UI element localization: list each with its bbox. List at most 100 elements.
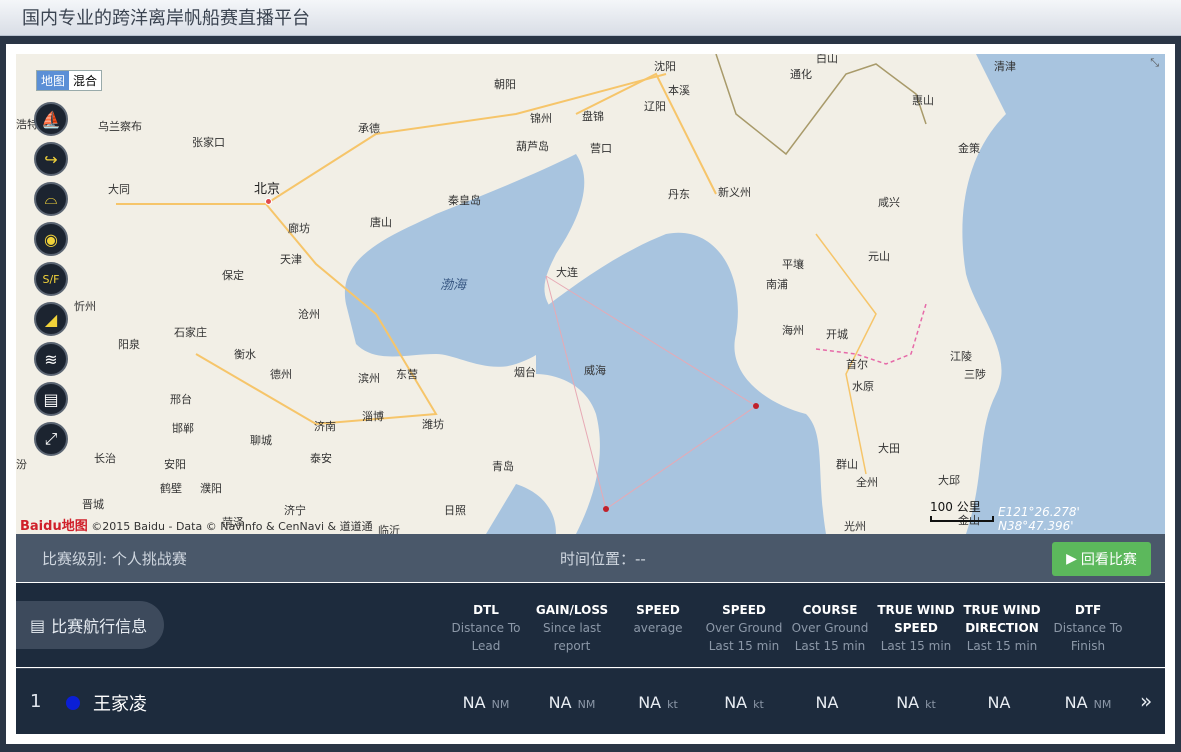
map-place-label: 聊城 bbox=[250, 434, 272, 447]
cell-value: NA bbox=[1064, 693, 1088, 712]
map-place-label: 首尔 bbox=[846, 358, 868, 371]
map-place-label: 安阳 bbox=[164, 458, 186, 471]
column-header-sog[interactable]: SPEED Over Ground Last 15 min bbox=[701, 601, 787, 655]
baidu-map-logo[interactable]: Baidu地图 bbox=[20, 519, 88, 534]
cell-dtf: NA NM bbox=[1045, 693, 1131, 712]
cell-unit: NM bbox=[577, 698, 596, 711]
map-place-label: 大田 bbox=[878, 442, 900, 455]
map-place-label: 乌兰察布 bbox=[98, 120, 142, 133]
race-level: 比赛级别: 个人挑战赛 bbox=[42, 550, 187, 568]
col-title: DTF bbox=[1074, 603, 1102, 617]
ruler-icon[interactable]: ▤ bbox=[34, 382, 68, 416]
column-header-speed-avg[interactable]: SPEED average bbox=[615, 601, 701, 637]
col-sub2: Last 15 min bbox=[880, 639, 952, 653]
replay-button[interactable]: ▶ 回看比赛 bbox=[1052, 542, 1151, 576]
cell-value: NA bbox=[548, 693, 572, 712]
map-place-label: 平壤 bbox=[782, 258, 804, 271]
map-place-label: 日照 bbox=[444, 504, 466, 517]
cell-cog: NA bbox=[787, 693, 873, 712]
column-header-tws[interactable]: TRUE WIND SPEED Last 15 min bbox=[873, 601, 959, 655]
coord-n: N38°47.396' bbox=[998, 519, 1074, 533]
cell-unit: kt bbox=[925, 698, 936, 711]
map-type-map[interactable]: 地图 bbox=[37, 71, 70, 90]
map-type-hybrid[interactable]: 混合 bbox=[69, 71, 101, 90]
start-finish-icon[interactable]: S/F bbox=[34, 262, 68, 296]
map-place-label: 金策 bbox=[958, 142, 980, 155]
time-position: 时间位置：-- bbox=[560, 550, 646, 568]
book-icon: ▤ bbox=[30, 615, 46, 635]
map-place-label: 烟台 bbox=[514, 366, 536, 379]
map-place-dot[interactable] bbox=[265, 198, 272, 205]
table-row[interactable]: 1 王家凌 NA NM NA NM NA kt NA kt NA NA kt NA NA N… bbox=[16, 668, 1165, 734]
map-place-label: 忻州 bbox=[74, 300, 96, 313]
map-place-label: 保定 bbox=[222, 269, 244, 282]
site-title: 国内专业的跨洋离岸帆船赛直播平台 bbox=[22, 8, 310, 29]
curve-arrow-icon[interactable]: ↪ bbox=[34, 142, 68, 176]
map-view[interactable]: 渤海 北京 天津 廊坊 唐山 承德 张家口 乌兰察布 大同 保定 沧州 石家庄 … bbox=[16, 54, 1165, 534]
target-icon[interactable]: ◉ bbox=[34, 222, 68, 256]
map-copyright: Baidu地图 ©2015 Baidu - Data © NavInfo & C… bbox=[20, 515, 373, 534]
boat-rank: 1 bbox=[30, 691, 42, 712]
column-header-cog[interactable]: COURSE Over Ground Last 15 min bbox=[787, 601, 873, 655]
boat-name[interactable]: 王家凌 bbox=[93, 690, 147, 716]
map-place-label: 廊坊 bbox=[288, 222, 310, 235]
wind-gauge-icon[interactable]: ◢ bbox=[34, 302, 68, 336]
fullscreen-icon[interactable]: ⤢ bbox=[34, 422, 68, 456]
cell-unit: NM bbox=[491, 698, 510, 711]
map-place-label: 衡水 bbox=[234, 348, 256, 361]
map-place-label: 元山 bbox=[868, 250, 890, 263]
col-sub: Distance To bbox=[1053, 621, 1123, 635]
cell-value: NA bbox=[724, 693, 748, 712]
map-place-label: 张家口 bbox=[192, 136, 225, 149]
map-tools: ⛵ ↪ ⌓ ◉ S/F ◢ ≋ ▤ ⤢ bbox=[34, 102, 68, 462]
col-sub2: Last 15 min bbox=[966, 639, 1038, 653]
map-place-label: 全州 bbox=[856, 476, 878, 489]
column-header-dtf[interactable]: DTF Distance To Finish bbox=[1045, 601, 1131, 655]
cell-sog: NA kt bbox=[701, 693, 787, 712]
column-header-gain-loss[interactable]: GAIN/LOSS Since last report bbox=[529, 601, 615, 655]
map-place-label: 天津 bbox=[280, 253, 302, 266]
sea-label: 渤海 bbox=[440, 278, 467, 293]
map-place-label: 济南 bbox=[314, 420, 336, 433]
column-header-dtl[interactable]: DTL Distance To Lead bbox=[443, 601, 529, 655]
cell-value: NA bbox=[462, 693, 486, 712]
map-place-label: 德州 bbox=[270, 368, 292, 381]
map-place-label: 北京 bbox=[254, 182, 281, 197]
map-expand-icon[interactable]: ⤡ bbox=[1150, 56, 1159, 70]
table-header: ▤ 比赛航行信息 DTL Distance To Lead GAIN/LOSS … bbox=[16, 583, 1165, 667]
map-place-label: 承德 bbox=[358, 122, 380, 135]
wind-icon[interactable]: ≋ bbox=[34, 342, 68, 376]
map-place-label: 葫芦岛 bbox=[516, 140, 549, 153]
top-header: 国内专业的跨洋离岸帆船赛直播平台 bbox=[0, 0, 1181, 36]
map-type-toggle[interactable]: 地图 混合 bbox=[36, 70, 103, 91]
scale-label: 100 公里 bbox=[930, 500, 981, 514]
map-place-label: 邢台 bbox=[170, 393, 192, 406]
cell-gain-loss: NA NM bbox=[529, 693, 615, 712]
map-place-label: 咸兴 bbox=[878, 196, 900, 209]
map-place-label: 大邱 bbox=[938, 474, 960, 487]
col-title: COURSE bbox=[802, 603, 858, 617]
column-header-twd[interactable]: TRUE WIND DIRECTION Last 15 min bbox=[959, 601, 1045, 655]
map-place-label: 唐山 bbox=[370, 216, 392, 229]
map-place-label: 南浦 bbox=[766, 278, 788, 291]
col-title: DTL bbox=[473, 603, 499, 617]
map-place-label: 沧州 bbox=[298, 308, 320, 321]
map-place-label: 三陟 bbox=[964, 368, 986, 381]
sailboat-icon[interactable]: ⛵ bbox=[34, 102, 68, 136]
map-place-label: 光州 bbox=[844, 520, 866, 533]
cell-value: NA bbox=[815, 693, 839, 712]
race-info-tab[interactable]: ▤ 比赛航行信息 bbox=[16, 601, 164, 649]
map-place-label: 东营 bbox=[396, 368, 418, 381]
map-place-label: 临沂 bbox=[378, 524, 400, 534]
map-scale: 100 公里 bbox=[930, 498, 994, 522]
map-place-label: 潍坊 bbox=[422, 418, 444, 431]
map-place-label: 晋城 bbox=[82, 498, 104, 511]
double-chevron-right-icon[interactable]: » bbox=[1140, 689, 1152, 713]
helmet-icon[interactable]: ⌓ bbox=[34, 182, 68, 216]
map-place-label: 滨州 bbox=[358, 372, 380, 385]
map-place-label: 邯郸 bbox=[172, 422, 194, 435]
map-base bbox=[16, 54, 1165, 534]
map-place-label: 濮阳 bbox=[200, 482, 222, 495]
map-place-label: 丹东 bbox=[668, 188, 690, 201]
map-place-label: 辽阳 bbox=[644, 100, 666, 113]
